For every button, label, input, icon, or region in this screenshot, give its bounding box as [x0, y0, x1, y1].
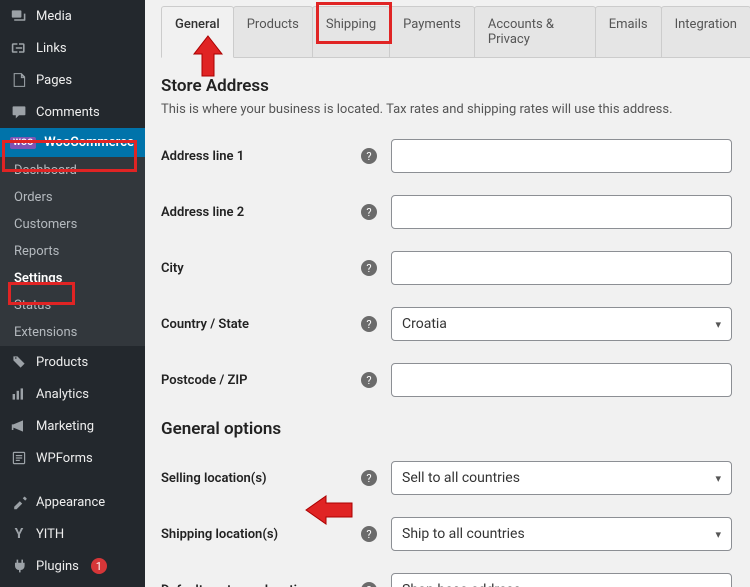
section-heading-store: Store Address	[161, 76, 750, 96]
help-icon[interactable]: ?	[361, 470, 377, 486]
sidebar-item-plugins[interactable]: Plugins 1	[0, 550, 145, 582]
row-selling-locations: Selling location(s) ? Sell to all countr…	[161, 461, 750, 495]
sub-item-extensions[interactable]: Extensions	[0, 319, 145, 346]
woo-icon: WOO	[10, 137, 36, 149]
row-country: Country / State ? Croatia ▾	[161, 307, 750, 341]
input-postcode[interactable]	[391, 363, 732, 397]
select-country[interactable]: Croatia ▾	[391, 307, 732, 341]
settings-tabs: General Products Shipping Payments Accou…	[161, 6, 750, 58]
section-desc: This is where your business is located. …	[161, 102, 750, 117]
sidebar-item-analytics[interactable]: Analytics	[0, 378, 145, 410]
sub-item-dashboard[interactable]: Dashboard	[0, 157, 145, 184]
row-shipping-locations: Shipping location(s) ? Ship to all count…	[161, 517, 750, 551]
sidebar-item-label: Media	[36, 9, 72, 24]
plugins-icon	[10, 557, 28, 575]
sidebar-item-comments[interactable]: Comments	[0, 96, 145, 128]
row-address-2: Address line 2 ?	[161, 195, 750, 229]
select-value: Sell to all countries	[402, 470, 520, 486]
tab-emails[interactable]: Emails	[595, 6, 662, 57]
select-value: Ship to all countries	[402, 526, 525, 542]
sidebar-item-pages[interactable]: Pages	[0, 64, 145, 96]
sub-item-orders[interactable]: Orders	[0, 184, 145, 211]
tab-shipping[interactable]: Shipping	[312, 6, 390, 57]
sidebar-item-wpforms[interactable]: WPForms	[0, 442, 145, 474]
row-default-location: Default customer location ? Shop base ad…	[161, 573, 750, 587]
help-icon[interactable]: ?	[361, 260, 377, 276]
select-default-location[interactable]: Shop base address ▾	[391, 573, 732, 587]
appearance-icon	[10, 493, 28, 511]
sidebar-item-appearance[interactable]: Appearance	[0, 486, 145, 518]
sidebar-item-label: Links	[36, 41, 67, 56]
select-value: Croatia	[402, 316, 447, 332]
chevron-down-icon: ▾	[715, 584, 721, 587]
sub-item-reports[interactable]: Reports	[0, 238, 145, 265]
label-shipping: Shipping location(s)	[161, 527, 361, 542]
label-default-loc: Default customer location	[161, 583, 361, 587]
sidebar-item-label: WPForms	[36, 451, 93, 466]
tab-products[interactable]: Products	[233, 6, 313, 57]
main-content: General Products Shipping Payments Accou…	[145, 0, 750, 587]
tab-general[interactable]: General	[161, 6, 234, 58]
sub-item-customers[interactable]: Customers	[0, 211, 145, 238]
tab-payments[interactable]: Payments	[389, 6, 475, 57]
label-country: Country / State	[161, 317, 361, 332]
products-icon	[10, 353, 28, 371]
help-icon[interactable]: ?	[361, 316, 377, 332]
admin-sidebar: Media Links Pages Comments WOO WooCommer…	[0, 0, 145, 587]
sidebar-item-products[interactable]: Products	[0, 346, 145, 378]
tab-accounts[interactable]: Accounts & Privacy	[474, 6, 596, 57]
yith-icon: Y	[10, 525, 28, 543]
tab-integration[interactable]: Integration	[661, 6, 750, 57]
analytics-icon	[10, 385, 28, 403]
help-icon[interactable]: ?	[361, 526, 377, 542]
row-address-1: Address line 1 ?	[161, 139, 750, 173]
chevron-down-icon: ▾	[715, 472, 721, 485]
help-icon[interactable]: ?	[361, 148, 377, 164]
help-icon[interactable]: ?	[361, 582, 377, 587]
sidebar-item-label: WooCommerce	[44, 135, 134, 150]
sidebar-item-label: Marketing	[36, 419, 94, 434]
label-city: City	[161, 261, 361, 276]
sidebar-item-yith[interactable]: Y YITH	[0, 518, 145, 550]
label-selling: Selling location(s)	[161, 471, 361, 486]
comments-icon	[10, 103, 28, 121]
sidebar-item-label: Appearance	[36, 495, 105, 510]
sub-item-status[interactable]: Status	[0, 292, 145, 319]
help-icon[interactable]: ?	[361, 372, 377, 388]
sidebar-item-label: Comments	[36, 105, 100, 120]
label-address-1: Address line 1	[161, 149, 361, 164]
sidebar-item-marketing[interactable]: Marketing	[0, 410, 145, 442]
input-address-1[interactable]	[391, 139, 732, 173]
row-postcode: Postcode / ZIP ?	[161, 363, 750, 397]
sidebar-item-label: Products	[36, 355, 88, 370]
sidebar-item-label: Analytics	[36, 387, 89, 402]
wpforms-icon	[10, 449, 28, 467]
pages-icon	[10, 71, 28, 89]
sidebar-item-media[interactable]: Media	[0, 0, 145, 32]
links-icon	[10, 39, 28, 57]
sidebar-item-label: Pages	[36, 73, 72, 88]
sidebar-item-woocommerce[interactable]: WOO WooCommerce	[0, 128, 145, 157]
media-icon	[10, 7, 28, 25]
marketing-icon	[10, 417, 28, 435]
sidebar-item-links[interactable]: Links	[0, 32, 145, 64]
chevron-down-icon: ▾	[715, 318, 721, 331]
label-address-2: Address line 2	[161, 205, 361, 220]
plugins-count-badge: 1	[91, 558, 107, 574]
woocommerce-submenu: Dashboard Orders Customers Reports Setti…	[0, 157, 145, 346]
select-selling-locations[interactable]: Sell to all countries ▾	[391, 461, 732, 495]
select-value: Shop base address	[402, 582, 521, 587]
sub-item-settings[interactable]: Settings	[0, 265, 145, 292]
select-shipping-locations[interactable]: Ship to all countries ▾	[391, 517, 732, 551]
sidebar-item-label: Plugins	[36, 559, 79, 574]
chevron-down-icon: ▾	[715, 528, 721, 541]
help-icon[interactable]: ?	[361, 204, 377, 220]
row-city: City ?	[161, 251, 750, 285]
input-city[interactable]	[391, 251, 732, 285]
label-postcode: Postcode / ZIP	[161, 373, 361, 388]
section-heading-general: General options	[161, 419, 750, 439]
input-address-2[interactable]	[391, 195, 732, 229]
sidebar-item-label: YITH	[36, 527, 64, 542]
